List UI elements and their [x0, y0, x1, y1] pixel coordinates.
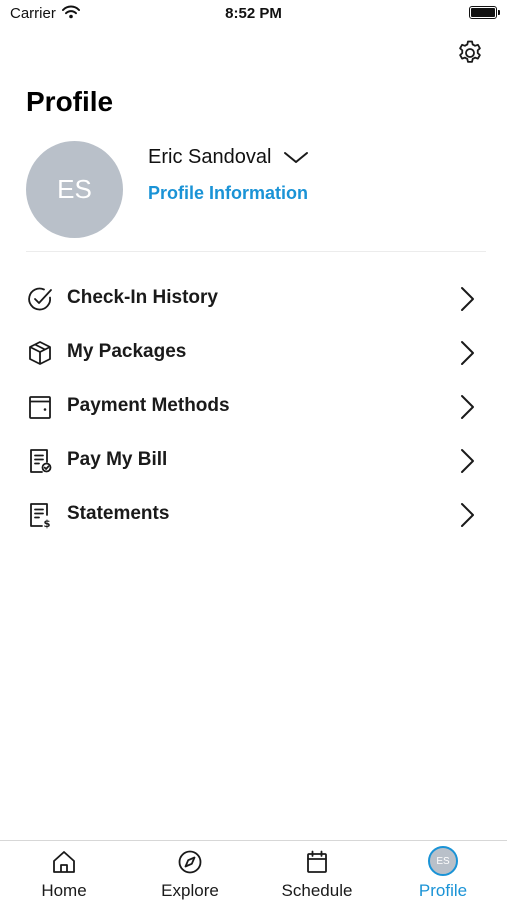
menu-item-label: Check-In History	[67, 287, 218, 308]
statement-dollar-icon: $	[30, 503, 51, 529]
menu-item-label: Statements	[67, 503, 170, 524]
divider	[26, 251, 486, 252]
chevron-right-icon	[461, 395, 474, 419]
chevron-right-icon	[461, 341, 474, 365]
tab-profile[interactable]: ES Profile	[380, 841, 506, 900]
tab-label: Profile	[418, 881, 468, 900]
menu-item-check-in-history[interactable]: Check-In History	[0, 272, 507, 326]
user-name: Eric Sandoval	[148, 146, 272, 168]
profile-menu: Check-In History My Packages Payment Met…	[0, 272, 507, 542]
menu-item-label: Pay My Bill	[67, 449, 168, 470]
calendar-icon	[307, 850, 327, 873]
profile-information-link[interactable]: Profile Information	[148, 183, 308, 204]
tab-schedule[interactable]: Schedule	[254, 841, 380, 900]
menu-item-my-packages[interactable]: My Packages	[0, 326, 507, 380]
svg-text:$: $	[44, 519, 51, 529]
home-icon	[53, 851, 75, 873]
gear-icon	[459, 40, 481, 63]
status-bar: Carrier 8:52 PM	[0, 0, 507, 28]
menu-item-pay-my-bill[interactable]: Pay My Bill	[0, 434, 507, 488]
chevron-right-icon	[461, 287, 474, 311]
tab-label: Explore	[161, 881, 219, 900]
account-switcher[interactable]: Eric Sandoval	[148, 146, 309, 169]
menu-item-statements[interactable]: $ Statements	[0, 488, 507, 542]
chevron-right-icon	[461, 503, 474, 527]
avatar: ES	[428, 846, 458, 876]
tab-label: Home	[41, 881, 87, 900]
chevron-down-icon	[284, 151, 309, 163]
check-circle-icon	[28, 287, 52, 311]
tab-home[interactable]: Home	[1, 841, 127, 900]
avatar[interactable]: ES	[26, 141, 123, 238]
wallet-icon	[29, 396, 51, 419]
avatar-initials: ES	[57, 174, 92, 204]
tab-explore[interactable]: Explore	[127, 841, 253, 900]
settings-button[interactable]	[456, 39, 484, 67]
tab-bar: Home Explore Schedule ES Profile	[0, 840, 507, 900]
chevron-right-icon	[461, 449, 474, 473]
package-icon	[29, 341, 51, 365]
status-time: 8:52 PM	[225, 5, 282, 22]
menu-item-label: Payment Methods	[67, 395, 230, 416]
compass-icon	[178, 850, 202, 874]
menu-item-payment-methods[interactable]: Payment Methods	[0, 380, 507, 434]
tab-label: Schedule	[281, 881, 353, 900]
bill-check-icon	[30, 449, 52, 473]
page-title: Profile	[26, 86, 114, 117]
battery-full-icon	[469, 6, 500, 19]
menu-item-label: My Packages	[67, 341, 187, 362]
avatar-initials: ES	[436, 855, 450, 867]
